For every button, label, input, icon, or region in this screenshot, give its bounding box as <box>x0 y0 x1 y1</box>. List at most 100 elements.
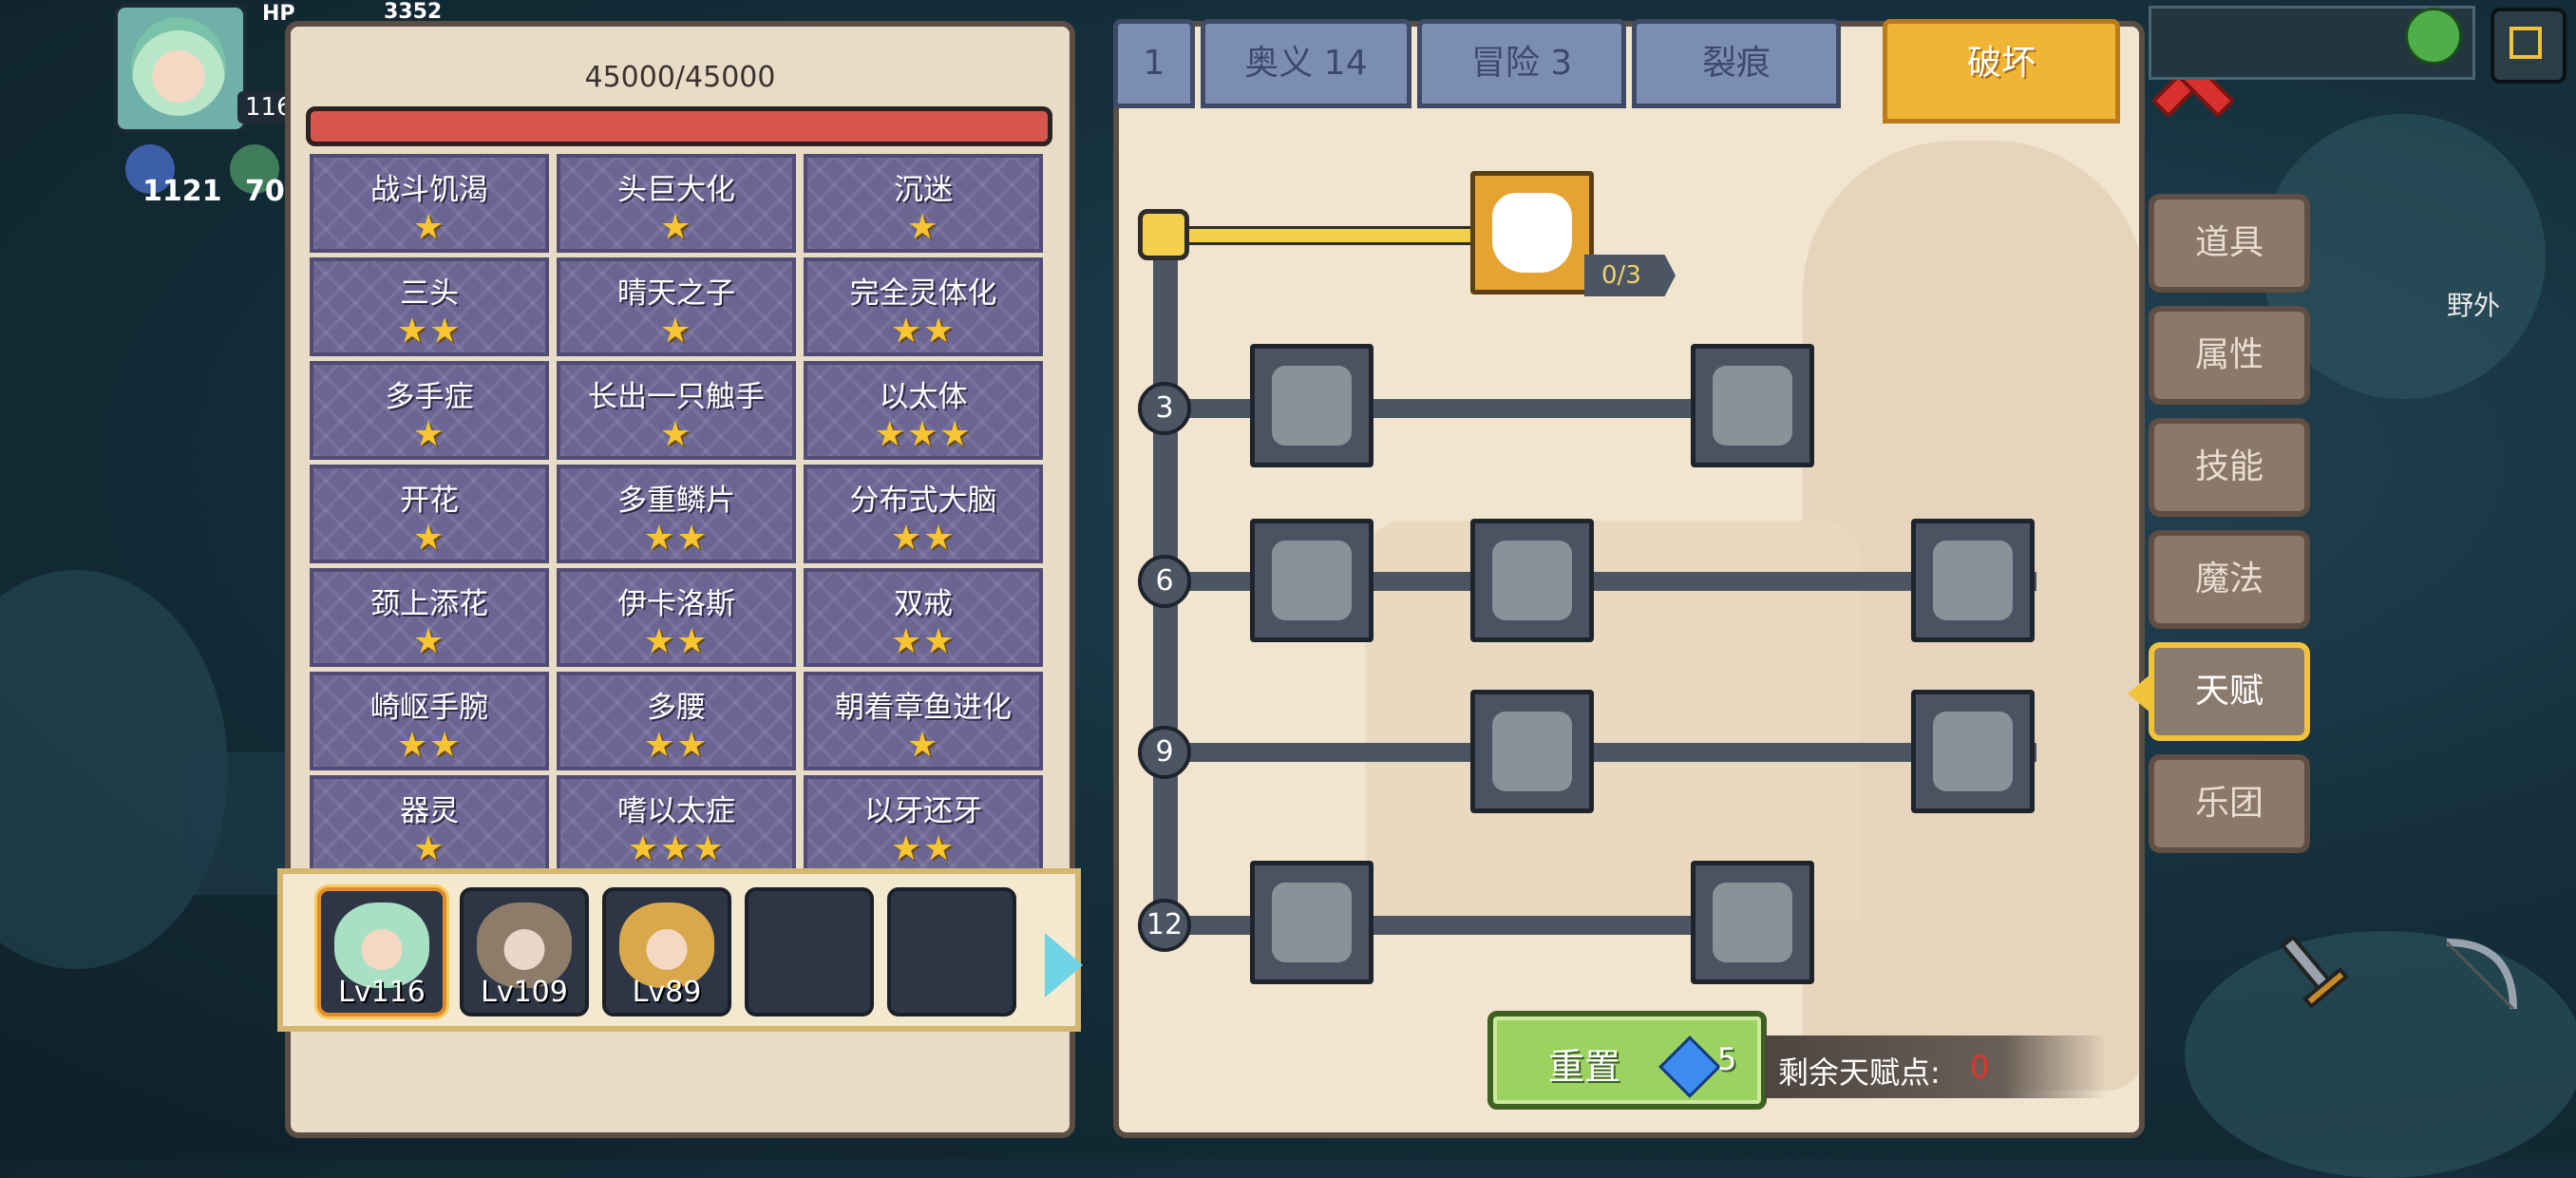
node-shield-break[interactable] <box>1250 519 1373 642</box>
remaining-label: 剩余天赋点: <box>1778 1054 1941 1091</box>
hp-total-text: 45000/45000 <box>584 61 776 94</box>
menu-talent[interactable]: 天赋 <box>2149 642 2310 741</box>
trait-name: 完全灵体化 <box>849 276 997 311</box>
bow-icon[interactable] <box>2428 923 2532 1028</box>
trait-cell[interactable]: 晴天之子 ★ <box>557 257 796 356</box>
hp-label: HP <box>262 2 295 26</box>
tree-row-link <box>1178 743 2036 762</box>
trait-stars: ★ <box>412 519 446 558</box>
node-arrow-strike[interactable] <box>1691 344 1814 467</box>
tab-adventure[interactable]: 冒险 3 <box>1417 19 1626 108</box>
tab-mystery[interactable]: 奥义 14 <box>1201 19 1411 108</box>
trait-name: 多重鳞片 <box>617 484 735 518</box>
trait-stars: ★★ <box>890 519 957 558</box>
trait-stars: ★★ <box>643 726 710 765</box>
trait-stars: ★★ <box>890 829 957 868</box>
menu-band[interactable]: 乐团 <box>2149 754 2310 853</box>
menu-magic[interactable]: 魔法 <box>2149 530 2310 629</box>
party-slot-empty[interactable] <box>745 887 874 1016</box>
reset-button[interactable]: 重置 5 <box>1487 1011 1767 1110</box>
party-level: Lv116 <box>338 976 426 1009</box>
trait-cell[interactable]: 战斗饥渴 ★ <box>310 154 549 253</box>
party-slot[interactable]: Lv109 <box>460 887 589 1016</box>
node-arm-wrestle[interactable] <box>1470 171 1594 294</box>
party-slot-empty[interactable] <box>887 887 1016 1016</box>
party-bar: Lv116 Lv109 Lv89 <box>277 868 1083 1032</box>
trait-cell[interactable]: 嗜以太症 ★★★ <box>557 775 796 874</box>
trait-cell[interactable]: 双戒 ★★ <box>804 568 1043 667</box>
diamond-icon <box>1658 1036 1721 1098</box>
node-progress: 0/3 <box>1584 255 1676 296</box>
trait-name: 战斗饥渴 <box>370 173 488 207</box>
muscle-icon <box>1272 366 1352 446</box>
trait-cell[interactable]: 完全灵体化 ★★ <box>804 257 1043 356</box>
trait-name: 器灵 <box>400 794 459 828</box>
node-bat[interactable] <box>1911 690 2035 813</box>
trait-name: 双戒 <box>894 587 953 621</box>
trait-cell[interactable]: 崎岖手腕 ★★ <box>310 672 549 770</box>
player-avatar[interactable] <box>114 4 247 133</box>
trait-stars: ★★ <box>643 622 710 661</box>
node-muscle[interactable] <box>1250 344 1373 467</box>
trait-name: 多手症 <box>385 380 474 414</box>
trait-stars: ★★ <box>396 312 463 351</box>
reset-cost: 5 <box>1717 1041 1737 1077</box>
menu-skills[interactable]: 技能 <box>2149 418 2310 517</box>
trait-stars: ★ <box>412 208 446 247</box>
node-sword-slash[interactable] <box>1911 519 2035 642</box>
party-slot[interactable]: Lv116 <box>317 887 446 1016</box>
trait-stars: ★ <box>906 208 940 247</box>
menu-items[interactable]: 道具 <box>2149 194 2310 293</box>
trait-name: 以太体 <box>879 380 968 414</box>
row-badge: 12 <box>1138 899 1191 952</box>
trait-cell[interactable]: 沉迷 ★ <box>804 154 1043 253</box>
character-panel: 45000/45000 战斗饥渴 ★ 头巨大化 ★ 沉迷 ★ 三头 ★★ 晴天之子 ★ 完全灵体化 ★… <box>277 21 1083 1138</box>
row-badge: 9 <box>1138 726 1191 779</box>
tab-destruction[interactable]: 破坏 <box>1883 19 2120 124</box>
trait-name: 开花 <box>400 484 459 518</box>
trait-name: 以牙还牙 <box>864 794 982 828</box>
trait-stars: ★ <box>659 312 693 351</box>
row-badge: 6 <box>1138 555 1191 608</box>
tab-rift[interactable]: 裂痕 <box>1632 19 1841 108</box>
node-ripple[interactable] <box>1470 690 1594 813</box>
trait-stars: ★ <box>412 622 446 661</box>
trait-name: 崎岖手腕 <box>370 691 488 725</box>
trait-cell[interactable]: 器灵 ★ <box>310 775 549 874</box>
sword-icon[interactable] <box>2264 923 2369 1028</box>
trait-cell[interactable]: 多腰 ★★ <box>557 672 796 770</box>
trait-cell[interactable]: 多重鳞片 ★★ <box>557 465 796 563</box>
trait-cell[interactable]: 三头 ★★ <box>310 257 549 356</box>
trait-cell[interactable]: 多手症 ★ <box>310 361 549 460</box>
trait-cell[interactable]: 分布式大脑 ★★ <box>804 465 1043 563</box>
tab-1[interactable]: 1 <box>1113 19 1195 108</box>
trait-name: 嗜以太症 <box>617 794 735 828</box>
party-slot[interactable]: Lv89 <box>602 887 731 1016</box>
node-fist[interactable] <box>1250 861 1373 984</box>
trait-cell[interactable]: 以太体 ★★★ <box>804 361 1043 460</box>
trait-cell[interactable]: 伊卡洛斯 ★★ <box>557 568 796 667</box>
trait-stars: ★★ <box>643 519 710 558</box>
menu-attributes[interactable]: 属性 <box>2149 306 2310 405</box>
trait-cell[interactable]: 以牙还牙 ★★ <box>804 775 1043 874</box>
punch-icon <box>1492 541 1572 620</box>
trait-name: 朝着章鱼进化 <box>835 691 1012 725</box>
tree-root <box>1138 209 1189 260</box>
trait-cell[interactable]: 朝着章鱼进化 ★ <box>804 672 1043 770</box>
trait-name: 伊卡洛斯 <box>617 587 735 621</box>
trait-cell[interactable]: 头巨大化 ★ <box>557 154 796 253</box>
trait-cell[interactable]: 颈上添花 ★ <box>310 568 549 667</box>
party-level: Lv89 <box>632 976 702 1009</box>
trait-name: 多腰 <box>647 691 706 725</box>
next-arrow-icon[interactable] <box>1045 933 1083 998</box>
node-gauntlet[interactable] <box>1691 861 1814 984</box>
trait-stars: ★★★ <box>874 415 973 454</box>
trait-name: 沉迷 <box>894 173 953 207</box>
party-level: Lv109 <box>481 976 568 1009</box>
fist-icon <box>1272 883 1352 962</box>
exit-icon[interactable] <box>2491 8 2567 84</box>
node-punch[interactable] <box>1470 519 1594 642</box>
globe-icon[interactable] <box>2405 8 2462 65</box>
trait-cell[interactable]: 开花 ★ <box>310 465 549 563</box>
trait-cell[interactable]: 长出一只触手 ★ <box>557 361 796 460</box>
